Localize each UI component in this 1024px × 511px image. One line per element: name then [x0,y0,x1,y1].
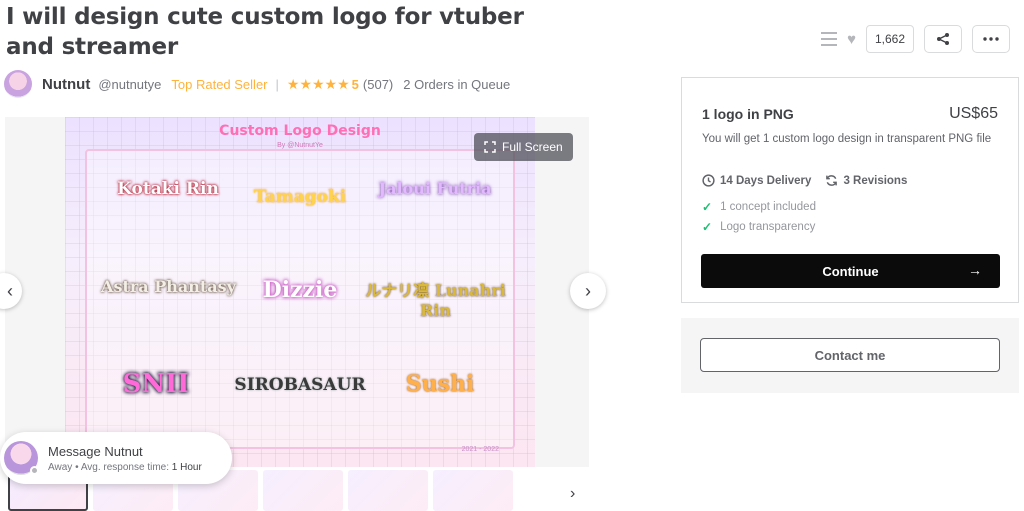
heart-icon[interactable]: ♥ [847,31,856,48]
availability-status: Away [48,461,73,473]
package-title: 1 logo in PNG [702,106,794,122]
art-heading: Custom Logo Design [219,123,381,139]
seller-name[interactable]: Nutnut [42,76,90,93]
logo-sample: SNII [122,369,190,399]
divider: | [275,76,279,92]
response-time-label: Avg. response time: [80,461,170,473]
gig-actions: ♥ 1,662 [821,25,1010,53]
more-icon [983,37,999,41]
continue-button[interactable]: Continue → [701,254,1000,288]
logo-sample: SIROBASAUR [234,375,366,395]
chevron-right-icon: › [570,485,576,502]
bullet-separator: • [75,461,79,473]
continue-label: Continue [822,263,879,279]
package-price: US$65 [949,105,998,122]
revisions: 3 Revisions [825,174,907,187]
feature-item: ✓ 1 concept included [702,200,816,214]
check-icon: ✓ [702,200,713,214]
fullscreen-button[interactable]: Full Screen [474,133,573,161]
contact-panel: Contact me [681,318,1019,393]
gallery-thumbnail[interactable] [348,470,428,511]
package-card: 1 logo in PNG US$65 You will get 1 custo… [681,77,1019,303]
delivery-label: 14 Days Delivery [720,174,812,187]
logo-sample: Tamagoki [253,187,347,207]
gig-gallery: Custom Logo Design By @NutnutYe Kotaki R… [5,117,589,467]
logo-sample: Jaloui Futria [378,179,492,198]
gallery-thumbnail[interactable] [263,470,343,511]
chevron-right-icon: › [585,280,591,301]
thumbnails-next-button[interactable]: › [570,485,575,503]
art-subheading: By @NutnutYe [277,142,323,149]
orders-in-queue: 2 Orders in Queue [403,76,511,92]
seller-avatar [4,441,39,475]
seller-avatar[interactable] [4,70,32,98]
message-seller-bubble[interactable]: Message Nutnut Away • Avg. response time… [0,432,232,484]
review-count[interactable]: (507) [363,77,393,92]
star-rating-icon: ★★★★★ [286,75,350,92]
package-description: You will get 1 custom logo design in tra… [702,133,992,145]
seller-handle: @nutnutye [98,76,162,92]
fullscreen-label: Full Screen [502,140,563,154]
clock-icon [702,174,715,187]
contact-me-button[interactable]: Contact me [700,338,1000,372]
gallery-main-image[interactable]: Custom Logo Design By @NutnutYe Kotaki R… [65,117,535,467]
chevron-left-icon: ‹ [7,280,13,301]
logo-sample: Kotaki Rin [117,179,219,199]
arrow-right-icon: → [968,262,982,278]
refresh-icon [826,175,838,186]
away-status-dot [30,466,39,475]
logo-sample: Dizzie [262,277,338,303]
more-button[interactable] [972,25,1010,53]
list-icon[interactable] [821,32,838,46]
message-status-line: Away • Avg. response time: 1 Hour [48,462,202,473]
seller-level-badge: Top Rated Seller [171,76,268,92]
gallery-next-button[interactable]: › [570,273,606,309]
response-time-value: 1 Hour [171,461,202,473]
gallery-thumbnail[interactable] [433,470,513,511]
expand-icon [484,141,496,153]
revisions-label: 3 Revisions [843,174,908,187]
feature-label: 1 concept included [720,201,816,213]
feature-item: ✓ Logo transparency [702,220,815,234]
message-title: Message Nutnut [48,443,143,459]
package-meta: 14 Days Delivery 3 Revisions [702,174,907,187]
delivery-time: 14 Days Delivery [702,174,811,187]
logo-sample: Astra Phantasy [101,277,236,296]
logo-sample: ルナリ凛 Lunahri Rin [365,281,506,320]
rating-score: 5 [351,76,359,92]
feature-label: Logo transparency [720,221,816,233]
art-year: 2021 - 2022 [461,446,499,453]
gig-title: I will design cute custom logo for vtube… [6,4,524,60]
check-icon: ✓ [702,220,713,234]
likes-count[interactable]: 1,662 [865,25,914,53]
seller-overview: Nutnut @nutnutye Top Rated Seller | ★★★★… [4,70,510,98]
share-button[interactable] [924,25,962,53]
logo-sample: Sushi [405,371,475,397]
share-icon [937,33,949,45]
